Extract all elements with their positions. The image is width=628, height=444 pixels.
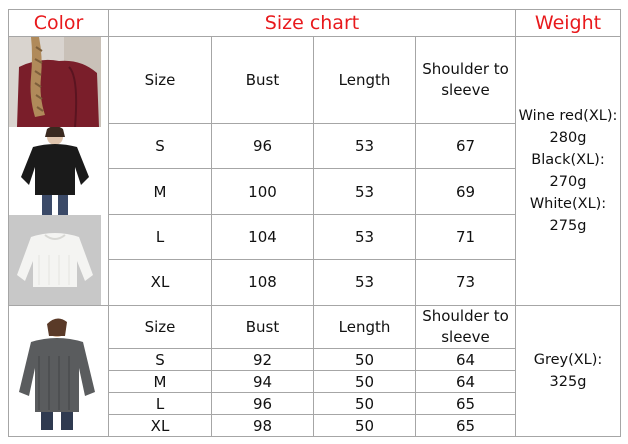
- weight-line: 275g: [549, 218, 587, 234]
- length-cell: 53: [313, 213, 416, 260]
- section2-photos: [8, 305, 109, 437]
- bust-cell: 92: [211, 348, 314, 371]
- size-chart-sheet: Color Size chart Weight Size Bust Length…: [8, 9, 621, 437]
- size-cell: S: [108, 123, 212, 170]
- weight-line: Grey(XL):: [533, 352, 603, 368]
- length-cell: 53: [313, 258, 416, 307]
- section2-weights: Grey(XL): 325g: [515, 305, 621, 437]
- size-cell: XL: [108, 414, 212, 437]
- size-chart-table: Color Size chart Weight Size Bust Length…: [8, 9, 621, 437]
- header-row: Color Size chart Weight: [8, 9, 621, 37]
- size-cell: L: [108, 392, 212, 415]
- bust-cell: 94: [211, 370, 314, 393]
- weight-line: 270g: [549, 174, 587, 190]
- weight-line: Black(XL):: [531, 152, 605, 168]
- weight-header: Weight: [515, 9, 621, 37]
- size-cell: L: [108, 213, 212, 260]
- length-cell: 53: [313, 168, 416, 215]
- bust-cell: 98: [211, 414, 314, 437]
- length-cell: 50: [313, 392, 416, 415]
- shoulder-cell: 65: [415, 414, 516, 437]
- section1-column-header-row: Size Bust Length Shoulder to sleeve Wine…: [8, 35, 621, 306]
- bust-cell: 96: [211, 123, 314, 170]
- length-cell: 50: [313, 348, 416, 371]
- black-sweater-photo: [9, 127, 101, 215]
- weight-line: Wine red(XL):: [518, 108, 618, 124]
- section2-column-header-row: Size Bust Length Shoulder to sleeve Grey…: [8, 305, 621, 437]
- shoulder-cell: 67: [415, 123, 516, 170]
- grey-sweater-photo: [12, 312, 105, 430]
- shoulder-cell: 64: [415, 370, 516, 393]
- shoulder-cell: 69: [415, 168, 516, 215]
- section1-col-size: Size: [108, 35, 212, 125]
- section1-weights: Wine red(XL): 280g Black(XL): 270g White…: [515, 36, 621, 306]
- size-cell: XL: [108, 258, 212, 307]
- section2-col-shoulder: Shoulder to sleeve: [415, 305, 516, 349]
- length-cell: 53: [313, 123, 416, 170]
- size-cell: M: [108, 168, 212, 215]
- bust-cell: 100: [211, 168, 314, 215]
- size-chart-header: Size chart: [108, 9, 516, 37]
- size-cell: S: [108, 348, 212, 371]
- shoulder-cell: 65: [415, 392, 516, 415]
- size-cell: M: [108, 370, 212, 393]
- weight-line: White(XL):: [529, 196, 607, 212]
- section1-col-bust: Bust: [211, 35, 314, 125]
- bust-cell: 104: [211, 213, 314, 260]
- section1-col-shoulder: Shoulder to sleeve: [415, 35, 516, 125]
- bust-cell: 108: [211, 258, 314, 307]
- weight-line: 280g: [549, 130, 587, 146]
- wine-red-sweater-photo: [9, 37, 101, 127]
- length-cell: 50: [313, 414, 416, 437]
- section2-col-length: Length: [313, 305, 416, 349]
- weight-line: 325g: [549, 374, 587, 390]
- white-sweater-photo: [9, 215, 101, 305]
- bust-cell: 96: [211, 392, 314, 415]
- section1-col-length: Length: [313, 35, 416, 125]
- section2-col-size: Size: [108, 305, 212, 349]
- length-cell: 50: [313, 370, 416, 393]
- shoulder-cell: 71: [415, 213, 516, 260]
- shoulder-cell: 73: [415, 258, 516, 307]
- shoulder-cell: 64: [415, 348, 516, 371]
- color-header: Color: [8, 9, 109, 37]
- section1-photos: [8, 36, 109, 306]
- section2-col-bust: Bust: [211, 305, 314, 349]
